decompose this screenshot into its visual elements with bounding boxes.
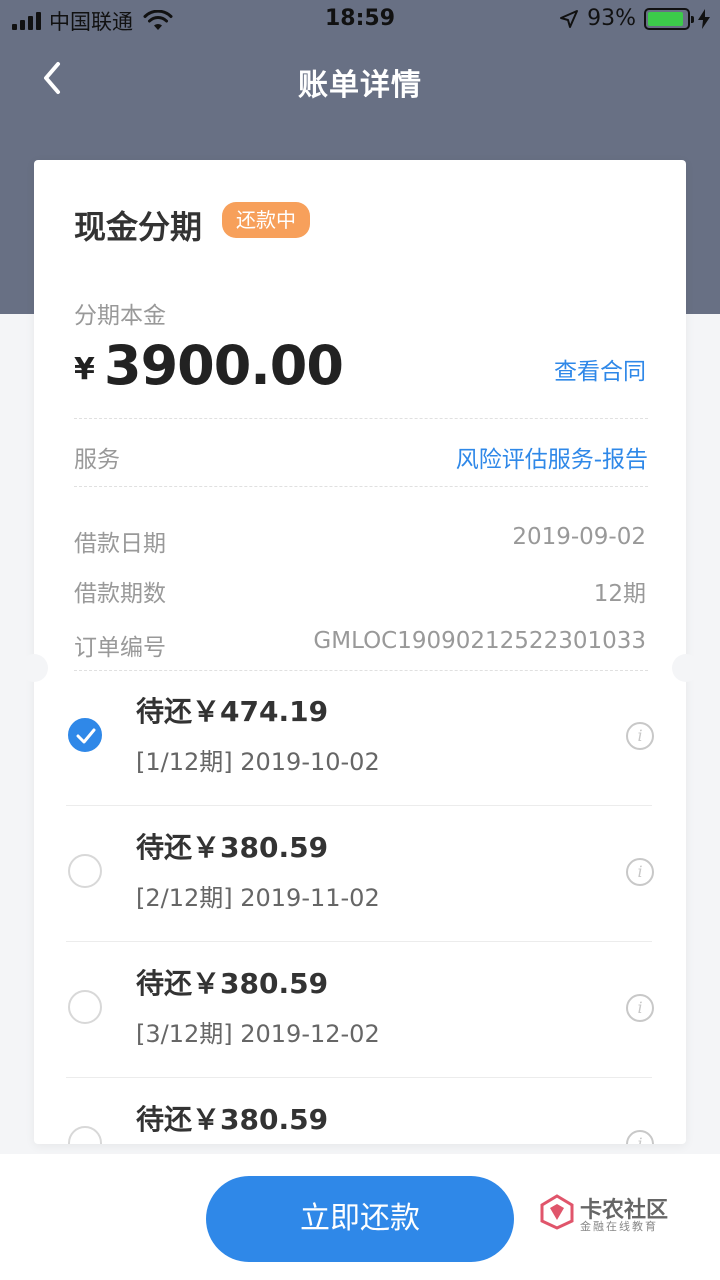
order-number-label: 订单编号: [74, 635, 166, 661]
checkbox[interactable]: [68, 990, 102, 1024]
installment-amount: 待还￥380.59: [136, 1103, 329, 1136]
installment-item[interactable]: 待还￥380.59 [3/12期] 2019-12-02 i: [66, 942, 654, 1078]
battery-level: [648, 11, 684, 26]
pay-now-button[interactable]: 立即还款: [206, 1176, 514, 1262]
loan-date-value: 2019-09-02: [512, 524, 646, 550]
principal-amount: 3900.00: [104, 334, 344, 397]
ticket-notch: [20, 654, 48, 682]
risk-report-link[interactable]: 风险评估服务-报告: [456, 440, 648, 474]
divider: [74, 418, 648, 419]
status-bar: 中国联通 18:59 93%: [0, 0, 720, 40]
status-badge: 还款中: [222, 202, 310, 238]
bill-card: 现金分期 还款中 分期本金 ¥ 3900.00 查看合同 服务 风险评估服务-报…: [34, 160, 686, 1144]
installment-item[interactable]: 待还￥380.59 i: [66, 1078, 654, 1144]
status-right: 93%: [559, 6, 710, 31]
info-icon[interactable]: i: [626, 1130, 654, 1144]
loan-date-label: 借款日期: [74, 531, 166, 557]
page-title: 账单详情: [298, 68, 422, 103]
info-icon[interactable]: i: [626, 858, 654, 886]
checkbox[interactable]: [68, 854, 102, 888]
kanong-logo-icon: [540, 1194, 574, 1230]
loan-periods-label: 借款期数: [74, 581, 166, 607]
info-icon[interactable]: i: [626, 994, 654, 1022]
view-contract-link[interactable]: 查看合同: [554, 352, 646, 386]
location-icon: [560, 9, 579, 28]
loan-periods-value: 12期: [593, 581, 646, 607]
loan-date-row: 借款日期 2019-09-02: [74, 524, 646, 558]
service-label: 服务: [74, 447, 120, 473]
installment-amount: 待还￥380.59: [136, 831, 329, 864]
checkbox[interactable]: [68, 1126, 102, 1144]
order-number-value: GMLOC19090212522301033: [313, 628, 646, 654]
principal-label: 分期本金: [74, 303, 166, 329]
bottom-bar: 立即还款 卡农社区 金融在线教育: [0, 1154, 720, 1280]
installment-item[interactable]: 待还￥474.19 [1/12期] 2019-10-02 i: [66, 670, 654, 806]
installment-amount: 待还￥380.59: [136, 967, 329, 1000]
checkbox-checked[interactable]: [68, 718, 102, 752]
product-title: 现金分期: [74, 208, 203, 246]
navigation-bar: 账单详情: [0, 40, 720, 120]
installment-period: [3/12期] 2019-12-02: [136, 1020, 380, 1048]
order-number-row: 订单编号 GMLOC19090212522301033: [74, 628, 646, 662]
battery-icon: [644, 7, 694, 30]
watermark-subtitle: 金融在线教育: [580, 1220, 658, 1233]
charging-icon: [698, 8, 710, 29]
watermark: 卡农社区 金融在线教育: [540, 1194, 690, 1244]
battery-percent: 93%: [587, 6, 636, 31]
installment-period: [2/12期] 2019-11-02: [136, 884, 380, 912]
info-icon[interactable]: i: [626, 722, 654, 750]
check-icon: [76, 728, 96, 744]
installment-item[interactable]: 待还￥380.59 [2/12期] 2019-11-02 i: [66, 806, 654, 942]
installment-period: [1/12期] 2019-10-02: [136, 748, 380, 776]
ticket-notch: [672, 654, 700, 682]
divider: [74, 486, 648, 487]
loan-periods-row: 借款期数 12期: [74, 574, 646, 608]
installment-amount: 待还￥474.19: [136, 695, 329, 728]
currency-symbol: ¥: [74, 352, 95, 387]
